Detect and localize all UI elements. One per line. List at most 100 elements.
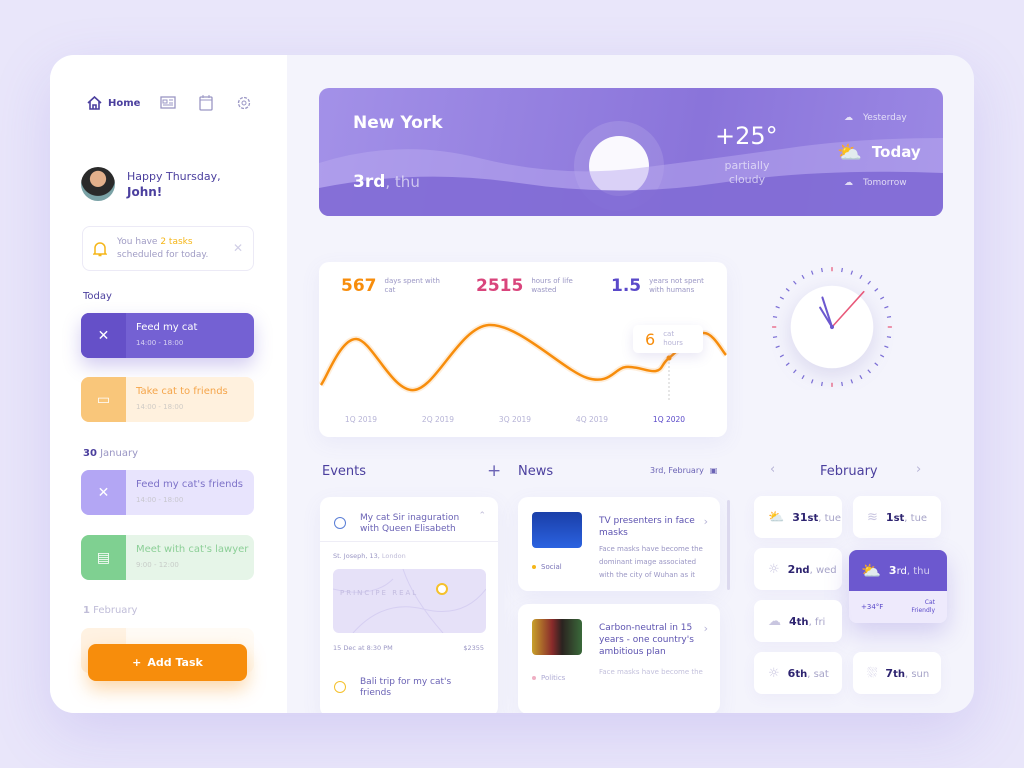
- event-title[interactable]: Bali trip for my cat's friends: [360, 677, 470, 699]
- news-scrollbar[interactable]: [727, 500, 730, 590]
- day-weekday: , sat: [807, 668, 829, 680]
- calendar-icon: ▣: [709, 466, 718, 475]
- notice-text: You have: [117, 236, 161, 247]
- event-map[interactable]: PRINCIPE REAL: [333, 569, 486, 633]
- map-roads: [333, 569, 486, 633]
- clock-tick: [879, 296, 885, 300]
- event-street: St. Joseph, 13,: [333, 552, 380, 560]
- yesterday-label: Yesterday: [863, 113, 907, 123]
- greeting-text: Happy Thursday,: [127, 169, 221, 183]
- sun-cloud-icon: ⛅: [837, 140, 862, 164]
- day-num: 1: [885, 510, 894, 524]
- news-item[interactable]: Carbon-neutral in 15 years - one country…: [518, 604, 720, 713]
- x-tick-label: 2Q 2019: [422, 415, 454, 424]
- calendar-day[interactable]: ≋ 1st, tue: [853, 496, 941, 538]
- map-label: PRINCIPE REAL: [340, 589, 419, 597]
- x-tick-label: 1Q 2019: [345, 415, 377, 424]
- clock-tick: [850, 270, 854, 275]
- event-address: St. Joseph, 13, London: [333, 552, 406, 560]
- clock-tick: [775, 345, 780, 349]
- task-title: Feed my cat: [136, 322, 198, 333]
- tag-label: Politics: [541, 674, 566, 682]
- event-title[interactable]: My cat Sir inaguration with Queen Elisab…: [360, 513, 470, 535]
- clock-tick: [859, 374, 863, 380]
- divider: [320, 541, 498, 542]
- clock-tick: [867, 280, 871, 285]
- user-name: John!: [127, 184, 163, 199]
- weather-tomorrow[interactable]: ☁ Tomorrow: [844, 178, 907, 188]
- clock-tick: [886, 336, 892, 339]
- calendar-day[interactable]: ⛅ 31st, tue: [754, 496, 842, 538]
- task-title: Take cat to friends: [136, 386, 228, 397]
- avatar[interactable]: [81, 167, 115, 201]
- analog-clock: [772, 267, 892, 387]
- sidebar: Home Happy Thursday, John! You have 2 tas…: [50, 55, 287, 713]
- rain-cloud-icon: ⛆: [867, 665, 878, 681]
- map-pin-icon: [436, 583, 448, 595]
- tag-dot: [532, 565, 536, 569]
- nav-home-label: Home: [108, 97, 141, 109]
- clock-tick: [879, 354, 885, 358]
- news-item[interactable]: TV presenters in face masks Face masks h…: [518, 497, 720, 591]
- clock-tick: [801, 374, 805, 380]
- section-date-num: 1: [83, 605, 90, 616]
- news-headline: Carbon-neutral in 15 years - one country…: [599, 623, 694, 657]
- weather-condition: partially cloudy: [724, 159, 770, 186]
- section-today: Today: [83, 291, 112, 302]
- task-item[interactable]: ✕ Feed my cat 14:00 - 18:00: [81, 313, 254, 358]
- task-title: Feed my cat's friends: [136, 479, 244, 490]
- clock-tick: [874, 288, 879, 292]
- add-event-button[interactable]: +: [487, 461, 501, 481]
- calendar-day[interactable]: ☼ 6th, sat: [754, 652, 842, 694]
- add-task-button[interactable]: + Add Task: [88, 644, 247, 681]
- prev-month-button[interactable]: ‹: [770, 462, 775, 477]
- event-date: 15 Dec at 8:30 PM: [333, 644, 393, 652]
- clock-tick: [793, 280, 797, 285]
- weather-yesterday[interactable]: ☁ Yesterday: [844, 113, 907, 123]
- clock-tick: [785, 288, 790, 292]
- section-date-num: 30: [83, 448, 97, 459]
- clock-tick: [801, 274, 805, 280]
- date-num: 3rd: [353, 172, 386, 192]
- weather-today[interactable]: ⛅ Today: [837, 140, 921, 164]
- calendar-icon[interactable]: [196, 95, 216, 111]
- fog-icon: ≋: [867, 509, 878, 525]
- news-icon[interactable]: [158, 95, 178, 111]
- next-month-button[interactable]: ›: [916, 462, 921, 477]
- task-title: Meet with cat's lawyer: [136, 544, 249, 555]
- sun-icon: ☼: [768, 665, 780, 681]
- nav-home[interactable]: Home: [87, 96, 140, 110]
- day-weekday: , tue: [904, 512, 928, 524]
- close-icon[interactable]: ✕: [233, 242, 243, 255]
- tooltip-value: 6: [645, 329, 656, 349]
- section-month: February: [93, 605, 138, 616]
- event-city: London: [379, 552, 406, 560]
- calendar-day[interactable]: ☼ 2nd, wed: [754, 548, 842, 590]
- calendar-day[interactable]: ⛆ 7th, sun: [853, 652, 941, 694]
- task-item[interactable]: ✕ Feed my cat's friends 14:00 - 18:00: [81, 470, 254, 515]
- weather-banner: New York 3rd, thu +25° partially cloudy …: [319, 88, 943, 216]
- day-suffix: th: [796, 616, 809, 628]
- news-thumbnail: [532, 619, 582, 655]
- news-thumbnail: [532, 512, 582, 548]
- chevron-up-icon[interactable]: ⌃: [478, 511, 486, 521]
- task-time: 14:00 - 18:00: [136, 496, 184, 504]
- event-price: $2355: [463, 644, 484, 652]
- calendar-day[interactable]: ☁ 4th, fri: [754, 600, 842, 642]
- clock-tick: [867, 369, 871, 374]
- weather-date: 3rd, thu: [353, 172, 420, 192]
- clock-tick: [820, 267, 823, 273]
- tag-label: Social: [541, 563, 562, 571]
- task-time: 14:00 - 18:00: [136, 403, 184, 411]
- day-note: Cat Friendly: [911, 599, 935, 614]
- day-weekday: , wed: [809, 564, 837, 576]
- x-tick-label: 4Q 2019: [576, 415, 608, 424]
- notice-text-2: scheduled for today.: [117, 249, 209, 260]
- task-item[interactable]: ▤ Meet with cat's lawyer 9:00 - 12:00: [81, 535, 254, 580]
- day-num: 7: [885, 666, 894, 680]
- gear-icon[interactable]: [234, 95, 254, 111]
- day-num: 3: [888, 564, 897, 577]
- task-item[interactable]: ▭ Take cat to friends 14:00 - 18:00: [81, 377, 254, 422]
- calendar-day-selected[interactable]: ⛅ 3rd, thu +34°F Cat Friendly: [849, 550, 947, 623]
- news-date-picker[interactable]: 3rd, February ▣: [650, 466, 717, 475]
